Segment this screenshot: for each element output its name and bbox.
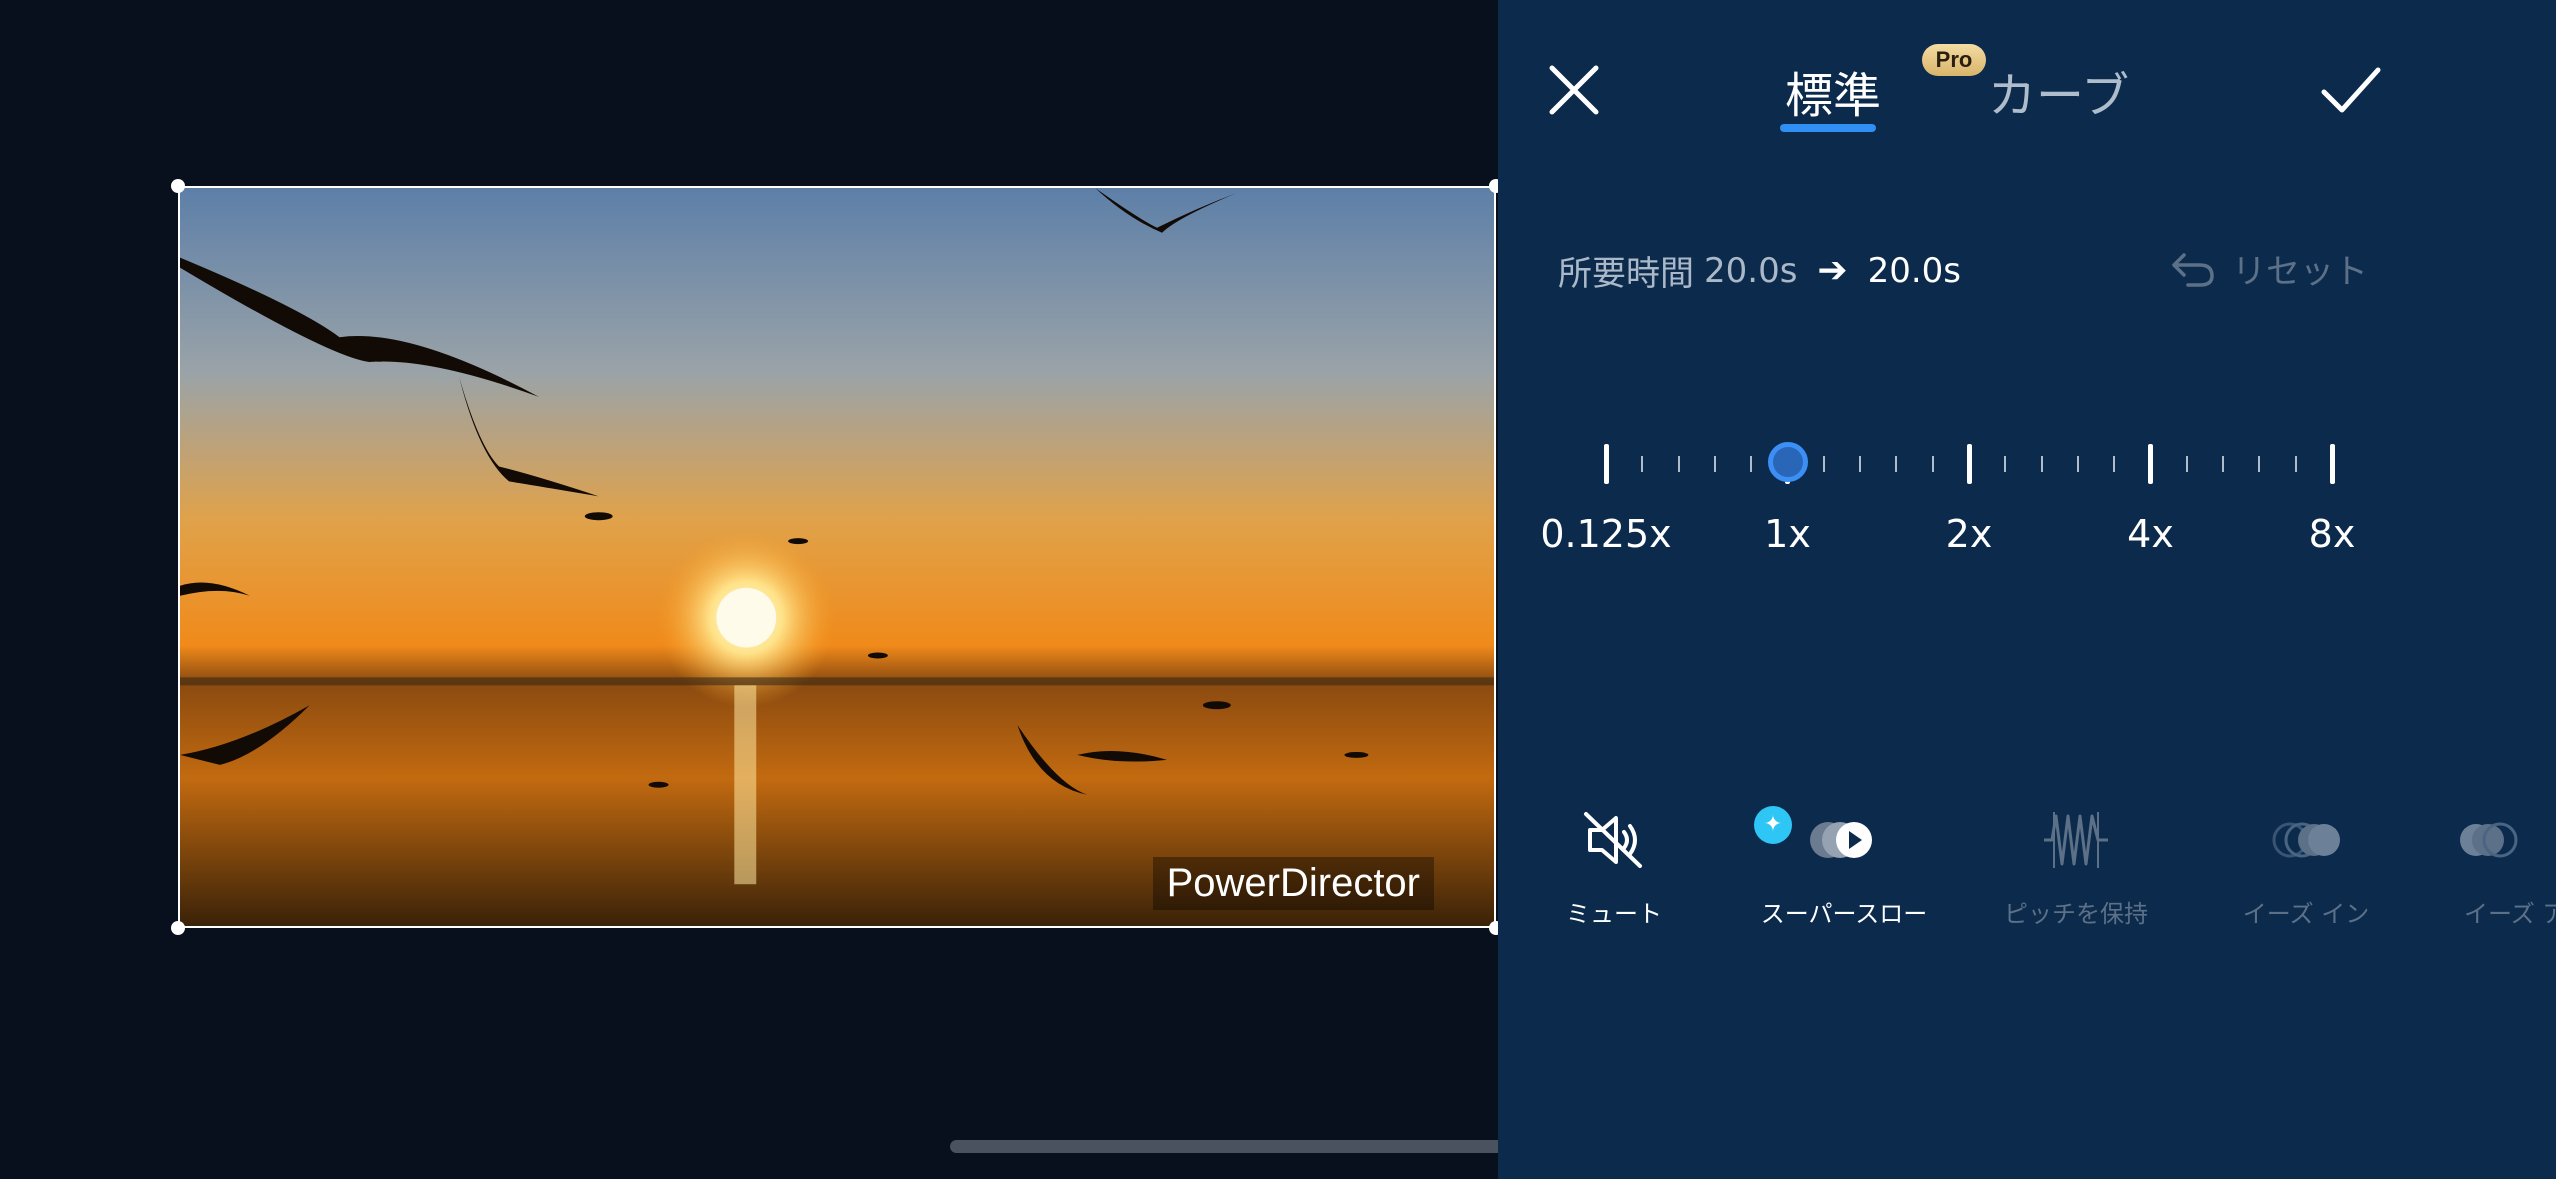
- speed-label-1: 1x: [1764, 512, 1811, 556]
- close-button[interactable]: [1542, 58, 1606, 122]
- speed-slider-thumb[interactable]: [1767, 442, 1808, 482]
- speed-label-3: 4x: [2127, 512, 2174, 556]
- keep-pitch-label: ピッチを保持: [2004, 900, 2148, 928]
- crop-handle-bottom-left[interactable]: [171, 921, 185, 935]
- slider-minor-tick: [1822, 456, 1825, 472]
- super-slow-label: スーパースロー: [1760, 900, 1928, 928]
- crop-handle-top-left[interactable]: [171, 179, 185, 193]
- ease-in-icon: [2272, 822, 2340, 858]
- slider-minor-tick: [1677, 456, 1680, 472]
- reset-button[interactable]: リセット: [2170, 244, 2368, 293]
- mute-icon: [1584, 812, 1642, 868]
- checkmark-icon: [2321, 67, 2381, 113]
- ease-in-label: イーズ イン: [2242, 900, 2370, 928]
- speed-label-4: 8x: [2308, 512, 2356, 556]
- tab-curve[interactable]: カーブ: [1988, 56, 2129, 124]
- pro-badge: Pro: [1922, 44, 1986, 76]
- slider-major-tick: [1603, 444, 1609, 484]
- waveform-icon: [2044, 812, 2108, 868]
- slider-minor-tick: [2040, 456, 2043, 472]
- slider-minor-tick: [1713, 456, 1716, 472]
- slider-minor-tick: [2185, 456, 2188, 472]
- keep-pitch-tool[interactable]: ピッチを保持: [1976, 800, 2176, 929]
- active-tab-indicator: [1780, 124, 1876, 132]
- reset-label: リセット: [2232, 252, 2368, 292]
- mute-tool[interactable]: ミュート: [1514, 800, 1714, 929]
- sunset-video-frame: [180, 188, 1494, 926]
- slider-major-tick: [2148, 444, 2153, 484]
- slider-minor-tick: [2258, 456, 2261, 472]
- ease-in-tool[interactable]: イーズ イン: [2206, 800, 2406, 929]
- arrow-right-icon: ➔: [1817, 250, 1848, 291]
- slider-major-tick: [2329, 444, 2335, 484]
- close-icon: [1549, 65, 1599, 115]
- slider-minor-tick: [1931, 456, 1934, 472]
- ease-out-tool[interactable]: イーズ ア: [2438, 800, 2556, 929]
- duration-label: 所要時間: [1558, 254, 1694, 294]
- duration-new: 20.0s: [1867, 250, 1962, 291]
- duration-row: 所要時間 20.0s ➔ 20.0s: [1558, 246, 1961, 295]
- ease-out-icon: [2460, 822, 2518, 858]
- preview-area: PowerDirector: [0, 0, 1608, 1179]
- app-root: PowerDirector 標準 Pro カーブ 所要時間 20.0s ➔ 20…: [0, 0, 2556, 1179]
- tab-standard-label: 標準: [1784, 68, 1881, 124]
- tab-curve-label: カーブ: [1988, 68, 2130, 124]
- slider-minor-tick: [2113, 456, 2116, 472]
- slider-minor-tick: [2076, 456, 2079, 472]
- undo-icon: [2172, 252, 2214, 287]
- speed-slider[interactable]: 0.125x 1x 2x 4x 8x: [1498, 430, 2556, 570]
- mute-label: ミュート: [1566, 900, 1662, 928]
- slider-minor-tick: [2294, 456, 2297, 472]
- super-slow-icon: [1810, 822, 1872, 858]
- slider-minor-tick: [1895, 456, 1898, 472]
- speed-label-2: 2x: [1945, 512, 1993, 556]
- slider-major-tick: [1966, 444, 1972, 484]
- slider-minor-tick: [1641, 456, 1644, 472]
- slider-minor-tick: [1750, 456, 1753, 472]
- tab-standard[interactable]: 標準: [1778, 56, 1888, 136]
- slider-minor-tick: [1859, 456, 1862, 472]
- speed-label-0: 0.125x: [1540, 512, 1672, 556]
- watermark-label: PowerDirector: [1152, 857, 1434, 910]
- ease-out-label: イーズ ア: [2464, 900, 2556, 928]
- duration-original: 20.0s: [1704, 250, 1798, 291]
- slider-minor-tick: [2222, 456, 2225, 472]
- slider-minor-tick: [2004, 456, 2007, 472]
- confirm-button[interactable]: [2316, 58, 2386, 122]
- ai-sparkle-icon: ✦: [1754, 806, 1792, 844]
- speed-panel: 標準 Pro カーブ 所要時間 20.0s ➔ 20.0s リセット 0.125…: [1498, 0, 2556, 1179]
- video-preview[interactable]: PowerDirector: [178, 186, 1496, 928]
